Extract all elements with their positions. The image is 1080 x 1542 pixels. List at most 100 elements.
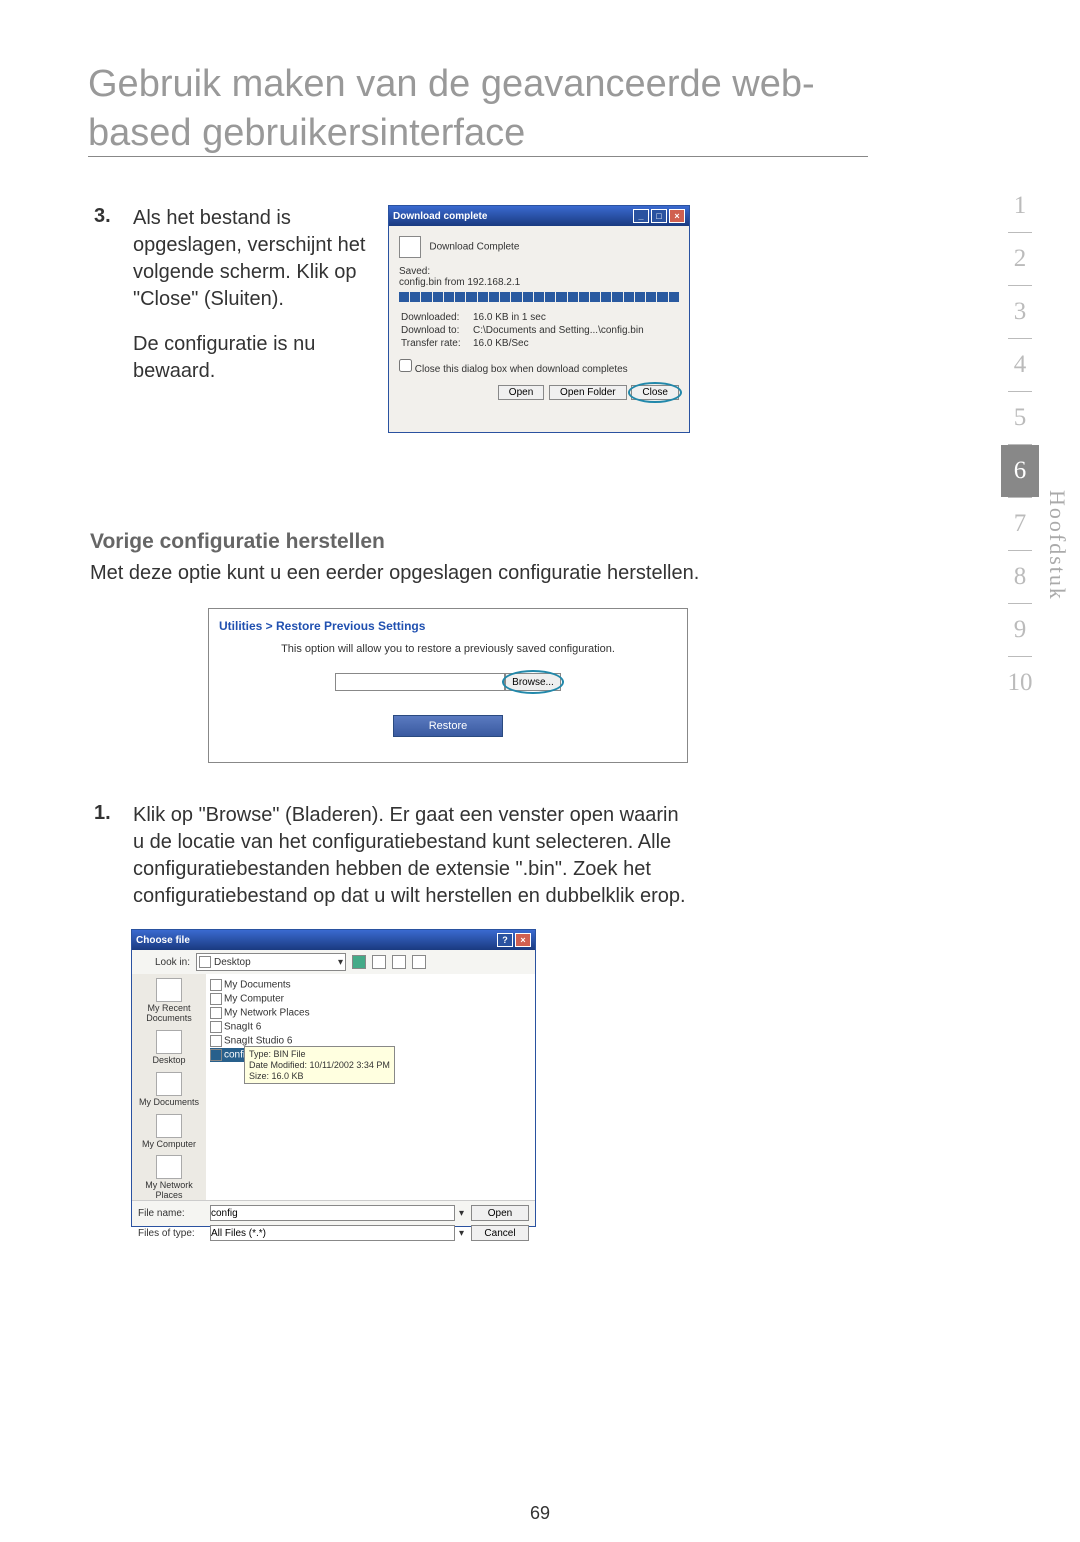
chapter-9[interactable]: 9: [1001, 604, 1039, 656]
step-1-text: Klik op "Browse" (Bladeren). Er gaat een…: [133, 802, 691, 910]
filename-input[interactable]: [210, 1205, 455, 1221]
step-number-1: 1.: [94, 802, 111, 825]
downloaded-label: Downloaded:: [401, 312, 471, 323]
sub-text: Met deze optie kunt u een eerder opgesla…: [90, 562, 699, 585]
list-item[interactable]: My Computer: [210, 992, 531, 1006]
folder-icon: [210, 979, 222, 991]
cf-open-button[interactable]: Open: [471, 1205, 529, 1221]
close-button[interactable]: Close: [631, 385, 679, 400]
sidebar-network-label: My Network Places: [132, 1181, 206, 1201]
lookin-dropdown[interactable]: Desktop ▾: [196, 953, 346, 971]
dialog-title: Download complete: [393, 211, 631, 222]
step-3-text-a: Als het bestand is opgeslagen, verschijn…: [133, 205, 373, 313]
filetype-input[interactable]: [210, 1225, 455, 1241]
restore-button[interactable]: Restore: [393, 715, 503, 737]
step-number-3: 3.: [94, 205, 111, 228]
sidebar-recent-label: My Recent Documents: [132, 1004, 206, 1024]
new-folder-icon[interactable]: [392, 955, 406, 969]
desktop-side-icon: [156, 1030, 182, 1054]
cf-close-icon[interactable]: ×: [515, 933, 531, 947]
list-item[interactable]: My Documents: [210, 978, 531, 992]
restore-panel: Utilities > Restore Previous Settings Th…: [208, 608, 688, 763]
lookin-label: Look in:: [138, 957, 190, 968]
view-icon[interactable]: [412, 955, 426, 969]
page-number: 69: [530, 1503, 550, 1524]
folder-icon: [210, 1007, 222, 1019]
title-underline: [88, 156, 868, 157]
sidebar-documents-label: My Documents: [139, 1098, 199, 1108]
page-title: Gebruik maken van de geavanceerde web-ba…: [88, 60, 888, 159]
open-folder-button[interactable]: Open Folder: [549, 385, 627, 400]
list-item[interactable]: My Network Places: [210, 1006, 531, 1020]
filetype-label: Files of type:: [138, 1228, 206, 1239]
shortcut-icon: [210, 1035, 222, 1047]
restore-title: Utilities > Restore Previous Settings: [219, 619, 677, 633]
dialog-titlebar[interactable]: Download complete _ □ ×: [389, 206, 689, 226]
list-item[interactable]: SnagIt 6: [210, 1020, 531, 1034]
chapter-5[interactable]: 5: [1001, 392, 1039, 444]
transfer-label: Transfer rate:: [401, 338, 471, 349]
sidebar-network[interactable]: My Network Places: [132, 1155, 206, 1201]
back-icon[interactable]: [352, 955, 366, 969]
choose-file-dialog: Choose file ? × Look in: Desktop ▾ My Re…: [131, 929, 536, 1227]
saved-file: config.bin from 192.168.2.1: [399, 277, 679, 288]
sidebar-computer-label: My Computer: [142, 1140, 196, 1150]
download-icon: [399, 236, 421, 258]
subheading: Vorige configuratie herstellen: [90, 530, 385, 554]
file-icon: [210, 1049, 222, 1061]
close-icon[interactable]: ×: [669, 209, 685, 223]
cf-cancel-button[interactable]: Cancel: [471, 1225, 529, 1241]
restore-file-input[interactable]: [335, 673, 505, 691]
chapter-2[interactable]: 2: [1001, 233, 1039, 285]
sidebar-desktop[interactable]: Desktop: [152, 1030, 185, 1066]
shortcut-icon: [210, 1021, 222, 1033]
transfer-value: 16.0 KB/Sec: [473, 338, 644, 349]
cf-titlebar[interactable]: Choose file ? ×: [132, 930, 535, 950]
cf-sidebar: My Recent Documents Desktop My Documents…: [132, 974, 206, 1200]
restore-desc: This option will allow you to restore a …: [219, 643, 677, 655]
browse-button[interactable]: Browse...: [505, 673, 561, 691]
close-checkbox[interactable]: [399, 359, 412, 372]
file-list[interactable]: My Documents My Computer My Network Plac…: [206, 974, 535, 1200]
progress-bar: [399, 292, 679, 302]
up-icon[interactable]: [372, 955, 386, 969]
sidebar-documents[interactable]: My Documents: [139, 1072, 199, 1108]
tooltip-type: Type: BIN File: [249, 1049, 390, 1060]
minimize-icon[interactable]: _: [633, 209, 649, 223]
downloaded-value: 16.0 KB in 1 sec: [473, 312, 644, 323]
help-icon[interactable]: ?: [497, 933, 513, 947]
chapter-sidebar: 1 2 3 4 5 6 7 8 9 10: [1000, 180, 1040, 709]
tooltip-date: Date Modified: 10/11/2002 3:34 PM: [249, 1060, 390, 1071]
download-to-label: Download to:: [401, 325, 471, 336]
chapter-label: Hoofdstuk: [1044, 490, 1070, 601]
download-header: Download Complete: [429, 242, 519, 253]
filename-label: File name:: [138, 1208, 206, 1219]
recent-icon: [156, 978, 182, 1002]
tooltip-size: Size: 16.0 KB: [249, 1071, 390, 1082]
chapter-4[interactable]: 4: [1001, 339, 1039, 391]
chapter-10[interactable]: 10: [1001, 657, 1039, 709]
cf-title: Choose file: [136, 935, 497, 946]
saved-label: Saved:: [399, 266, 679, 277]
download-to-value: C:\Documents and Setting...\config.bin: [473, 325, 644, 336]
chapter-8[interactable]: 8: [1001, 551, 1039, 603]
chapter-6[interactable]: 6: [1001, 445, 1039, 497]
desktop-icon: [199, 956, 211, 968]
folder-icon: [210, 993, 222, 1005]
computer-icon: [156, 1114, 182, 1138]
download-info-table: Downloaded:16.0 KB in 1 sec Download to:…: [399, 310, 646, 351]
download-header-row: Download Complete: [399, 236, 679, 258]
chapter-3[interactable]: 3: [1001, 286, 1039, 338]
close-checkbox-row: Close this dialog box when download comp…: [399, 359, 679, 375]
step-3-text-b: De configuratie is nu bewaard.: [133, 331, 373, 385]
open-button[interactable]: Open: [498, 385, 544, 400]
maximize-icon[interactable]: □: [651, 209, 667, 223]
chapter-7[interactable]: 7: [1001, 498, 1039, 550]
chapter-1[interactable]: 1: [1001, 180, 1039, 232]
sidebar-recent[interactable]: My Recent Documents: [132, 978, 206, 1024]
sidebar-computer[interactable]: My Computer: [142, 1114, 196, 1150]
sidebar-desktop-label: Desktop: [152, 1056, 185, 1066]
lookin-value: Desktop: [214, 957, 251, 968]
file-tooltip: Type: BIN File Date Modified: 10/11/2002…: [244, 1046, 395, 1084]
download-complete-dialog: Download complete _ □ × Download Complet…: [388, 205, 690, 433]
